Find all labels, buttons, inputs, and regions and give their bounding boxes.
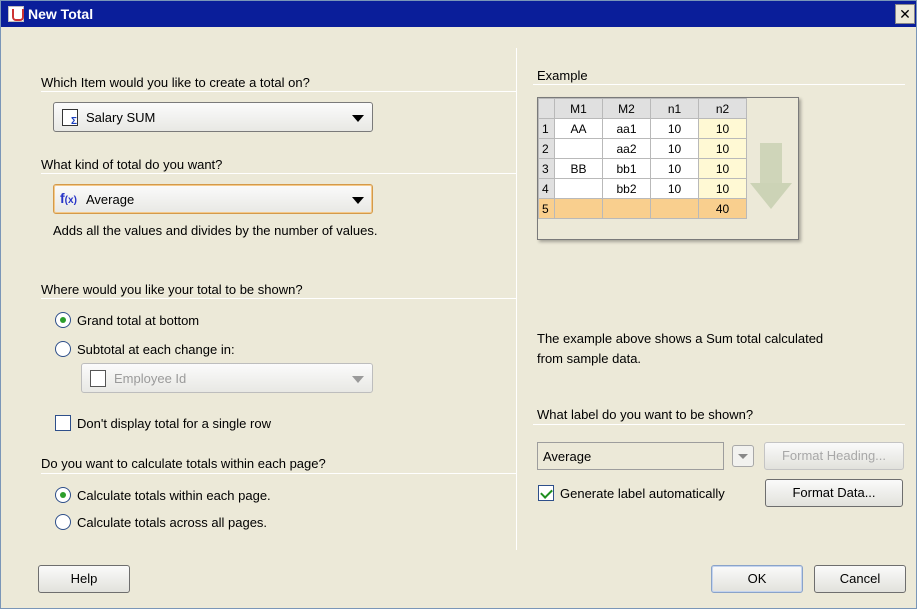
dimension-key-icon <box>90 370 106 387</box>
single-row-checkbox[interactable] <box>55 415 71 431</box>
table-cell <box>650 198 699 219</box>
divider <box>41 473 516 474</box>
table-cell: 10 <box>650 178 699 199</box>
format-data-button[interactable]: Format Data... <box>765 479 903 507</box>
table-cell: bb2 <box>602 178 651 199</box>
table-cell: 5 <box>538 198 555 219</box>
table-cell <box>554 138 603 159</box>
table-cell: 10 <box>650 138 699 159</box>
table-row: 3 BB bb1 10 10 <box>538 158 747 179</box>
table-cell <box>602 198 651 219</box>
kind-question-label: What kind of total do you want? <box>41 157 223 172</box>
table-cell: 10 <box>698 138 747 159</box>
within-page-radio[interactable] <box>55 487 71 503</box>
close-icon[interactable]: ✕ <box>895 4 915 24</box>
item-combo[interactable]: Σ Salary SUM <box>53 102 373 132</box>
table-cell: M1 <box>554 98 603 119</box>
table-cell: 1 <box>538 118 555 139</box>
auto-label-checkbox[interactable] <box>538 485 554 501</box>
where-question-label: Where would you like your total to be sh… <box>41 282 303 297</box>
table-cell: 10 <box>698 178 747 199</box>
label-question-label: What label do you want to be shown? <box>537 407 754 422</box>
function-fx-icon: f(x) <box>60 190 77 206</box>
table-row: 1 AA aa1 10 10 <box>538 118 747 139</box>
chevron-down-icon <box>352 115 364 122</box>
grand-total-radio[interactable] <box>55 312 71 328</box>
single-row-label[interactable]: Don't display total for a single row <box>77 416 271 431</box>
table-total-row: 5 40 <box>538 198 747 219</box>
total-arrow-icon <box>750 143 792 209</box>
table-cell: aa2 <box>602 138 651 159</box>
example-label: Example <box>537 68 588 83</box>
label-field-value: Average <box>543 449 592 464</box>
divider <box>41 298 516 299</box>
table-row: 4 bb2 10 10 <box>538 178 747 199</box>
table-cell: n2 <box>698 98 747 119</box>
help-button[interactable]: Help <box>38 565 130 593</box>
divider <box>533 84 905 85</box>
auto-label-label[interactable]: Generate label automatically <box>560 486 725 501</box>
within-page-label[interactable]: Calculate totals within each page. <box>77 488 271 503</box>
table-cell: AA <box>554 118 603 139</box>
ok-button[interactable]: OK <box>711 565 803 593</box>
column-divider <box>516 48 517 550</box>
example-note-line2: from sample data. <box>537 351 642 366</box>
subtotal-combo[interactable]: Employee Id <box>81 363 373 393</box>
table-cell: M2 <box>602 98 651 119</box>
subtotal-radio[interactable] <box>55 341 71 357</box>
new-total-dialog: New Total ✕ Which Item would you like to… <box>0 0 917 609</box>
chevron-down-icon <box>352 197 364 204</box>
kind-description: Adds all the values and divides by the n… <box>53 223 378 238</box>
table-cell: 40 <box>698 198 747 219</box>
label-dropdown-button[interactable] <box>732 445 754 467</box>
table-cell: n1 <box>650 98 699 119</box>
chevron-down-icon <box>352 376 364 383</box>
divider <box>41 173 516 174</box>
item-combo-value: Salary SUM <box>86 110 156 125</box>
table-cell: 3 <box>538 158 555 179</box>
table-cell <box>538 98 555 119</box>
table-row: 2 aa2 10 10 <box>538 138 747 159</box>
table-cell <box>554 178 603 199</box>
java-app-icon <box>8 6 24 22</box>
window-title: New Total <box>28 6 94 22</box>
subtotal-combo-value: Employee Id <box>114 371 187 386</box>
table-cell: 4 <box>538 178 555 199</box>
table-header-row: M1 M2 n1 n2 <box>538 98 747 119</box>
table-cell: 10 <box>698 158 747 179</box>
kind-combo-value: Average <box>86 192 135 207</box>
across-pages-radio[interactable] <box>55 514 71 530</box>
divider <box>533 424 905 425</box>
measure-sum-icon: Σ <box>62 109 78 127</box>
table-cell: bb1 <box>602 158 651 179</box>
format-heading-button[interactable]: Format Heading... <box>764 442 904 470</box>
table-cell: 2 <box>538 138 555 159</box>
title-bar: New Total ✕ <box>1 1 916 27</box>
across-pages-label[interactable]: Calculate totals across all pages. <box>77 515 267 530</box>
example-note-line1: The example above shows a Sum total calc… <box>537 331 824 346</box>
subtotal-label[interactable]: Subtotal at each change in: <box>77 342 235 357</box>
table-cell: BB <box>554 158 603 179</box>
item-question-label: Which Item would you like to create a to… <box>41 75 310 90</box>
example-table: M1 M2 n1 n2 1 AA aa1 10 10 2 aa2 10 10 3… <box>538 98 747 219</box>
kind-combo[interactable]: f(x) Average <box>53 184 373 214</box>
cancel-button[interactable]: Cancel <box>814 565 906 593</box>
table-cell: aa1 <box>602 118 651 139</box>
grand-total-label[interactable]: Grand total at bottom <box>77 313 199 328</box>
table-cell: 10 <box>650 158 699 179</box>
table-cell: 10 <box>698 118 747 139</box>
label-text-field[interactable]: Average <box>537 442 724 470</box>
page-question-label: Do you want to calculate totals within e… <box>41 456 326 471</box>
table-cell: 10 <box>650 118 699 139</box>
table-cell <box>554 198 603 219</box>
divider <box>41 91 516 92</box>
